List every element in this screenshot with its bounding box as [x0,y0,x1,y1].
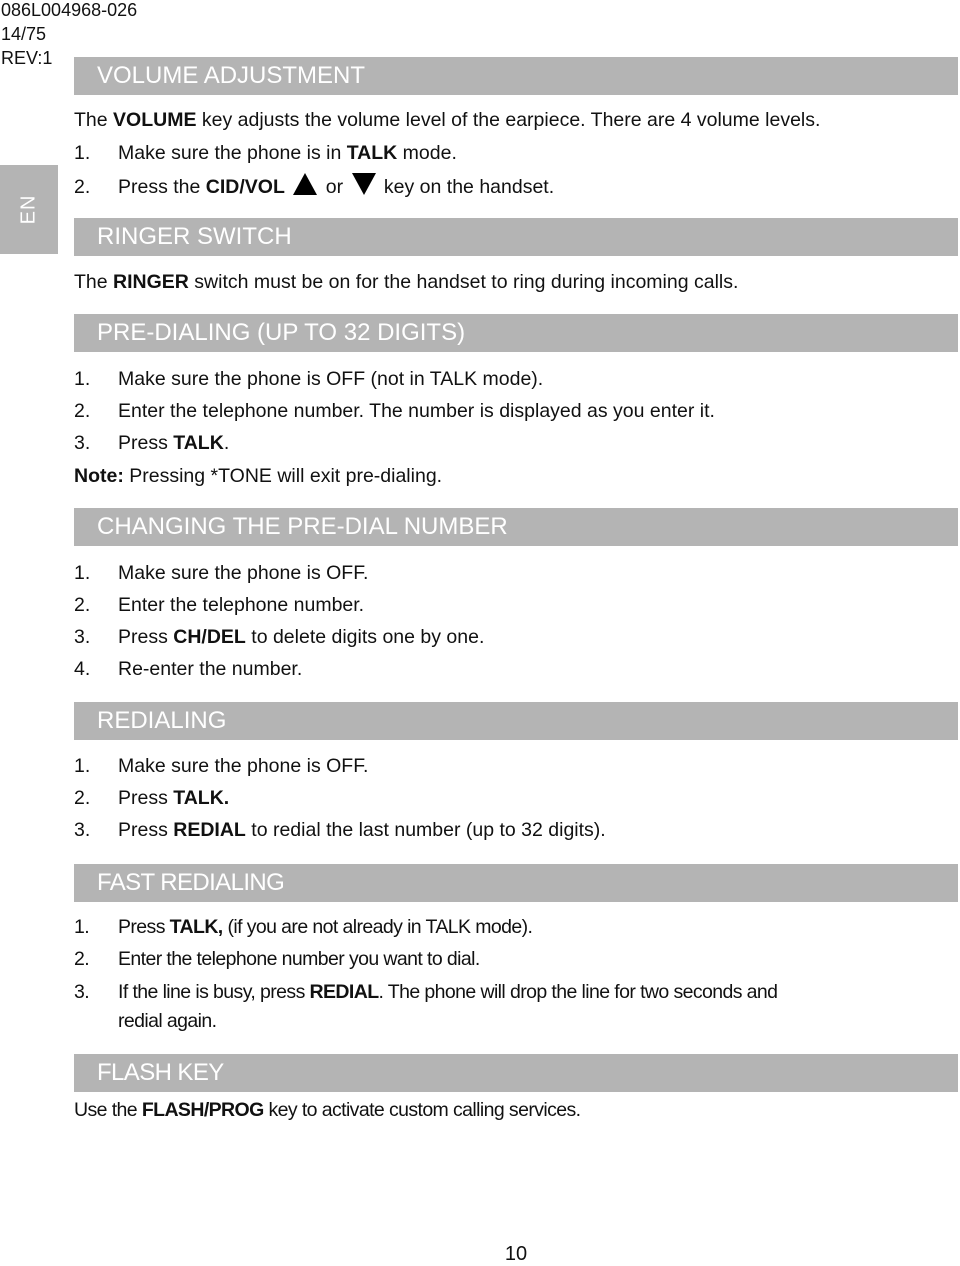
step-number: 1. [74,916,90,938]
text: Re-enter the number. [118,658,303,680]
text: Make sure the phone is OFF. [118,755,369,777]
list-item: 3. Press CH/DEL to delete digits one by o… [74,624,484,650]
step-number: 1. [74,562,91,584]
text: mode. [397,142,457,164]
text: switch must be on for the handset to rin… [188,271,739,293]
triangle-down-icon [351,173,376,195]
text: Make sure the phone is OFF (not in TALK … [118,368,544,390]
list-item: 2. Press TALK. [74,785,229,811]
list-item: 1. Make sure the phone is OFF. [74,560,368,586]
step-number: 1. [74,142,91,164]
section-header-change-predial: CHANGING THE PRE-DIAL NUMBER [74,508,958,546]
ringer-intro: The RINGER switch must be on for the han… [74,269,738,295]
list-item: 2. Enter the telephone number. [74,592,364,618]
list-item: 1. Make sure the phone is in TALK mode. [74,140,457,166]
text: Make sure the phone is in [118,142,347,164]
text: Enter the telephone number. [118,594,365,616]
step-number: 3. [74,981,90,1003]
section-header-fast-redialing: FAST REDIALING [74,864,958,902]
language-tab-label: EN [17,194,40,225]
list-item: 2. Enter the telephone number you want to… [74,946,480,972]
bold-text: CID/VOL [205,176,285,198]
section-header-predial: PRE-DIALING (UP TO 32 DIGITS) [74,314,958,352]
text: key to activate custom calling services. [263,1099,581,1121]
bold-text: TALK [346,142,398,164]
note-label: Note: [74,465,124,487]
predial-note: Note: Pressing *TONE will exit pre-diali… [74,463,442,489]
text: The [74,271,114,293]
list-item: 1. Make sure the phone is OFF (not in TAL… [74,366,543,392]
text: key adjusts the volume level of the earp… [196,109,821,131]
step-number: 2. [74,787,91,809]
text: to redial the last number (up to 32 digi… [245,819,606,841]
text: Press [118,432,174,454]
text: Press [118,626,174,648]
section-header-ringer: RINGER SWITCH [74,218,958,256]
step-number: 3. [74,819,91,841]
text: Pressing *TONE will exit pre-dialing. [123,465,443,487]
bold-text: CH/DEL [173,626,246,648]
text: key on the handset. [378,176,555,198]
step-number: 4. [74,658,91,680]
list-item: 2. Enter the telephone number. The number… [74,398,715,424]
text: (if you are not already in TALK mode). [222,916,533,938]
text: redial again. [118,1010,217,1032]
step-number: 1. [74,755,91,777]
list-item: 2. Press the CID/VOL or key on the handse… [74,173,554,200]
text: Use the [74,1099,142,1121]
text: If the line is busy, press [118,981,310,1003]
section-header-redialing: REDIALING [74,702,958,740]
list-item: 3. If the line is busy, press REDIAL. The… [74,979,779,1005]
text: Press the [118,176,206,198]
part-number: 086L004968-026 [1,0,138,20]
sheet-number: 14/75 [1,24,47,44]
text: Press [118,787,174,809]
step-number: 1. [74,368,91,390]
list-item: 3. Press REDIAL to redial the last number… [74,817,606,843]
bold-text: TALK. [173,787,230,809]
text: . [223,432,230,454]
page-number: 10 [504,1243,528,1265]
language-tab: EN [0,165,58,254]
text: The [74,109,114,131]
text: Press [118,819,174,841]
list-item: 4. Re-enter the number. [74,656,302,682]
list-item: 3. Press TALK. [74,430,229,456]
step-number: 2. [74,948,90,970]
text: Make sure the phone is OFF. [118,562,369,584]
text: or [320,176,349,198]
text: Enter the telephone number. The number i… [118,400,715,422]
step-number: 3. [74,626,91,648]
section-header-volume: VOLUME ADJUSTMENT [74,57,958,95]
section-header-flash-key: FLASH KEY [74,1054,958,1092]
triangle-up-icon [293,173,318,195]
step-number: 3. [74,432,91,454]
volume-intro: The VOLUME key adjusts the volume level … [74,107,820,133]
bold-text: REDIAL [309,981,380,1003]
bold-text: RINGER [113,271,189,293]
text: . The phone will drop the line for two s… [378,981,779,1003]
text: Press [118,916,170,938]
step-number: 2. [74,400,91,422]
text: Enter the telephone number you want to d… [118,948,480,970]
step-number: 2. [74,176,91,198]
bold-text: TALK [173,432,224,454]
bold-text: VOLUME [113,109,197,131]
step-number: 2. [74,594,91,616]
bold-text: REDIAL [173,819,246,841]
flash-intro: Use the FLASH/PROG key to activate custo… [74,1097,581,1123]
bold-text: FLASH/PROG [141,1099,264,1121]
list-item: 1. Make sure the phone is OFF. [74,753,368,779]
list-item-continuation: redial again. [118,1008,217,1034]
list-item: 1. Press TALK, (if you are not already in… [74,914,533,940]
text: to delete digits one by one. [245,626,485,648]
bold-text: TALK, [169,916,224,938]
